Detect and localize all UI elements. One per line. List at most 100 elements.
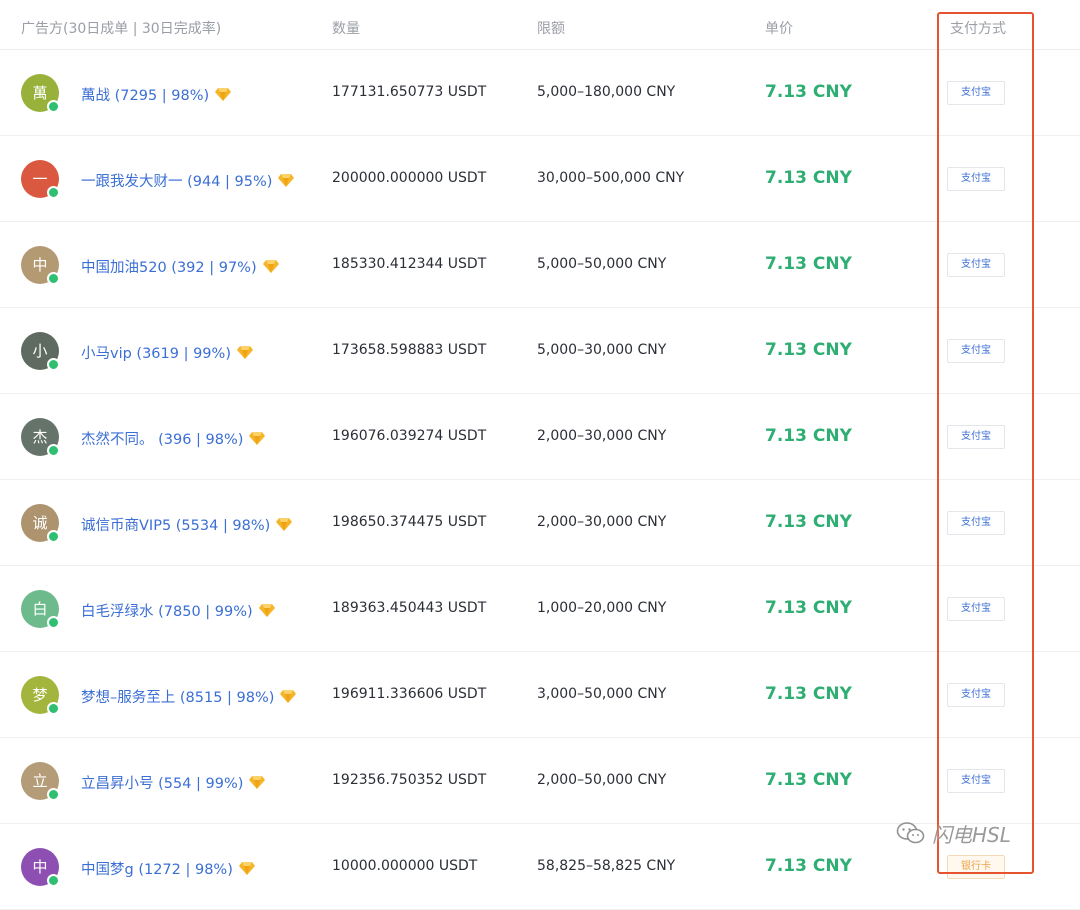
table-row[interactable]: 诚 诚信币商VIP5 (5534 | 98%) 198650.374475 USDT… [0,480,1080,566]
advertiser-name-link[interactable]: 小马vip (3619 | 99%) [81,342,253,363]
payment-badge-alipay: 支付宝 [947,769,1005,793]
limit-value: 5,000–180,000 CNY [537,84,676,100]
diamond-icon [238,862,255,875]
avatar-letter: 诚 [32,514,48,532]
avatar-letter: 小 [32,342,48,360]
advertiser-name-link[interactable]: 一跟我发大财一 (944 | 95%) [81,170,295,191]
table-row[interactable]: 白 白毛浮绿水 (7850 | 99%) 189363.450443 USDT 1,0… [0,566,1080,652]
diamond-icon [276,518,293,531]
quantity-value: 200000.000000 USDT [332,170,487,186]
header-limit: 限额 [537,21,565,37]
avatar-letter: 萬 [32,84,48,102]
table-row[interactable]: 小 小马vip (3619 | 99%) 173658.598883 USDT 5,0… [0,308,1080,394]
limit-value: 5,000–30,000 CNY [537,342,667,358]
header-price: 单价 [765,21,793,37]
advertiser-name-text: 萬战 (7295 | 98%) [81,88,210,104]
payment-badge-alipay: 支付宝 [947,167,1005,191]
payment-badge-alipay: 支付宝 [947,339,1005,363]
online-status-icon [47,444,60,457]
avatar-letter: 梦 [32,686,48,704]
wechat-icon [896,822,925,844]
advertiser-name-text: 中国梦g (1272 | 98%) [81,862,233,878]
price-value: 7.13 CNY [765,254,852,274]
limit-value: 5,000–50,000 CNY [537,256,667,272]
advertiser-name-text: 白毛浮绿水 (7850 | 99%) [81,604,253,620]
online-status-icon [47,530,60,543]
table-header: 广告方(30日成单 | 30日完成率) 数量 限额 单价 支付方式 [0,0,1080,50]
price-value: 7.13 CNY [765,856,852,876]
advertiser-name-link[interactable]: 中国加油520 (392 | 97%) [81,256,279,277]
avatar: 白 [21,590,60,629]
quantity-value: 177131.650773 USDT [332,84,487,100]
price-value: 7.13 CNY [765,340,852,360]
limit-value: 1,000–20,000 CNY [537,600,667,616]
quantity-value: 189363.450443 USDT [332,600,487,616]
advertiser-name-link[interactable]: 梦想–服务至上 (8515 | 98%) [81,686,297,707]
online-status-icon [47,616,60,629]
quantity-value: 196076.039274 USDT [332,428,487,444]
diamond-icon [280,690,297,703]
avatar-letter: 杰 [32,428,48,446]
online-status-icon [47,702,60,715]
header-payment: 支付方式 [950,21,1006,37]
advertiser-name-text: 立昌昇小号 (554 | 99%) [81,776,244,792]
watermark-text: 闪电HSL [932,822,1011,847]
price-value: 7.13 CNY [765,168,852,188]
payment-badge-bank: 银行卡 [947,855,1005,879]
header-quantity: 数量 [332,21,360,37]
advertiser-name-text: 中国加油520 (392 | 97%) [81,260,257,276]
price-value: 7.13 CNY [765,512,852,532]
advertiser-name-link[interactable]: 立昌昇小号 (554 | 99%) [81,772,266,793]
header-advertiser: 广告方(30日成单 | 30日完成率) [21,21,222,37]
diamond-icon [215,88,232,101]
online-status-icon [47,186,60,199]
quantity-value: 10000.000000 USDT [332,858,478,874]
advertiser-name-link[interactable]: 白毛浮绿水 (7850 | 99%) [81,600,275,621]
price-value: 7.13 CNY [765,598,852,618]
avatar: 中 [21,848,60,887]
advertiser-name-link[interactable]: 中国梦g (1272 | 98%) [81,858,255,879]
avatar: 立 [21,762,60,801]
avatar-letter: 中 [32,256,48,274]
online-status-icon [47,358,60,371]
quantity-value: 173658.598883 USDT [332,342,487,358]
quantity-value: 196911.336606 USDT [332,686,487,702]
avatar: 中 [21,246,60,285]
diamond-icon [262,260,279,273]
limit-value: 58,825–58,825 CNY [537,858,676,874]
limit-value: 30,000–500,000 CNY [537,170,685,186]
avatar: 萬 [21,74,60,113]
diamond-icon [258,604,275,617]
advertiser-name-link[interactable]: 诚信币商VIP5 (5534 | 98%) [81,514,293,535]
advertiser-name-text: 一跟我发大财一 (944 | 95%) [81,174,273,190]
payment-badge-alipay: 支付宝 [947,683,1005,707]
watermark: 闪电HSL [896,818,1011,848]
advertiser-name-link[interactable]: 杰然不同。 (396 | 98%) [81,428,266,449]
table-row[interactable]: 一 一跟我发大财一 (944 | 95%) 200000.000000 USDT 30… [0,136,1080,222]
limit-value: 2,000–30,000 CNY [537,428,667,444]
payment-badge-alipay: 支付宝 [947,597,1005,621]
table-row[interactable]: 中 中国加油520 (392 | 97%) 185330.412344 USDT 5,… [0,222,1080,308]
table-row[interactable]: 杰 杰然不同。 (396 | 98%) 196076.039274 USDT 2,00… [0,394,1080,480]
table-row[interactable]: 梦 梦想–服务至上 (8515 | 98%) 196911.336606 USDT 3… [0,652,1080,738]
diamond-icon [249,776,266,789]
diamond-icon [249,432,266,445]
price-value: 7.13 CNY [765,426,852,446]
avatar-letter: 白 [32,600,48,618]
avatar-letter: 一 [32,170,48,188]
avatar-letter: 立 [32,772,48,790]
advertiser-name-text: 诚信币商VIP5 (5534 | 98%) [81,518,271,534]
avatar: 梦 [21,676,60,715]
online-status-icon [47,788,60,801]
advertiser-name-link[interactable]: 萬战 (7295 | 98%) [81,84,232,105]
online-status-icon [47,874,60,887]
table-row[interactable]: 萬 萬战 (7295 | 98%) 177131.650773 USDT 5,000–… [0,50,1080,136]
limit-value: 2,000–30,000 CNY [537,514,667,530]
avatar: 杰 [21,418,60,457]
table-row[interactable]: 立 立昌昇小号 (554 | 99%) 192356.750352 USDT 2,00… [0,738,1080,824]
price-value: 7.13 CNY [765,770,852,790]
quantity-value: 185330.412344 USDT [332,256,487,272]
diamond-icon [236,346,253,359]
quantity-value: 198650.374475 USDT [332,514,487,530]
payment-badge-alipay: 支付宝 [947,511,1005,535]
